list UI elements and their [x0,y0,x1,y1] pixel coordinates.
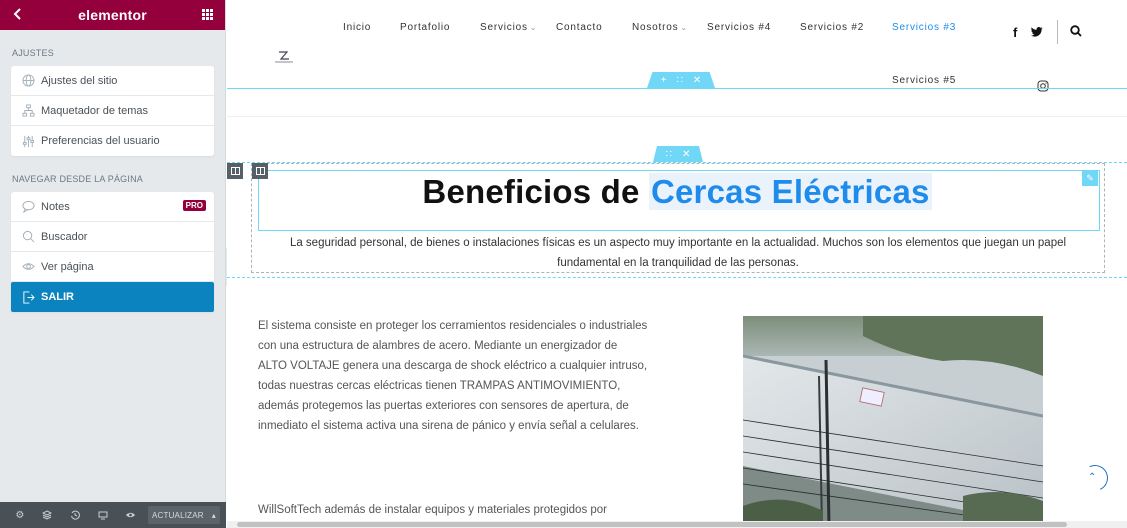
paragraph-line: además protegemos las puertas exteriores… [258,400,629,412]
instagram-icon[interactable] [1037,80,1049,92]
menu-item-label: Notes [41,200,70,213]
update-label: ACTUALIZAR [151,510,204,520]
nav-link-inicio[interactable]: Inicio [343,22,371,33]
search-icon[interactable] [1070,24,1082,40]
paragraph-line: inmediato el sistema activa una sirena d… [258,420,639,432]
responsive-icon[interactable] [89,502,117,528]
panel-footer: ⚙ ACTUALIZAR ▴ [0,502,226,528]
section-handle[interactable]: + ∷ ✕ [647,72,715,88]
layers-icon[interactable] [34,502,62,528]
globe-icon [21,74,35,88]
heading-text: Beneficios de [422,173,649,210]
scrollbar-thumb[interactable] [237,522,1067,527]
menu-item-label: Ajustes del sitio [41,74,118,87]
exit-icon [21,290,35,304]
eye-icon [21,260,35,274]
pro-badge: PRO [182,200,206,211]
nav-link-contacto[interactable]: Contacto [556,22,602,33]
menu-item-theme-builder[interactable]: Maquetador de temas [11,96,214,126]
page-preview: Inicio Portafolio Servicios ⌄ Contacto No… [227,0,1127,528]
panel-brand: elementor [78,7,147,23]
section-divider [227,116,1127,117]
menu-item-user-preferences[interactable]: Preferencias del usuario [11,126,214,156]
nav-link-servicios-3[interactable]: Servicios #3 [892,22,956,33]
nav-link-servicios[interactable]: Servicios ⌄ [480,22,537,33]
menu-item-view-page[interactable]: Ver página [11,252,214,282]
menu-item-site-settings[interactable]: Ajustes del sitio [11,66,214,96]
nav-divider [1057,20,1059,44]
settings-group: Ajustes del sitio Maquetador de temas Pr… [11,66,214,156]
nav-link-servicios-2[interactable]: Servicios #2 [800,22,864,33]
nav-link-portafolio[interactable]: Portafolio [400,22,450,33]
menu-item-label: Maquetador de temas [41,104,149,117]
section-outline [227,88,1127,89]
caret-up-icon[interactable]: ▴ [212,511,216,520]
paragraph-line: con una estructura de alambres de acero.… [258,340,618,352]
sitemap-icon [21,104,35,118]
settings-section-title: AJUSTES [12,48,54,58]
electric-fence-photo [743,316,1043,526]
menu-item-label: Buscador [41,230,88,243]
chevron-up-icon: ⌃ [1088,472,1097,483]
search-icon [21,230,35,244]
drag-handle-icon[interactable]: ∷ [666,149,672,160]
nav-link-label: Nosotros [632,22,679,33]
description-paragraph: El sistema consiste en proteger los cerr… [258,316,698,436]
social-icons: f [1013,20,1096,44]
chat-bubble-icon [21,200,35,214]
nav-link-nosotros[interactable]: Nosotros ⌄ [632,22,688,33]
horizontal-scrollbar[interactable] [227,521,1127,528]
second-paragraph: WillSoftTech además de instalar equipos … [258,504,608,516]
chevron-down-icon: ⌄ [680,23,688,32]
update-button[interactable]: ACTUALIZAR ▴ [147,506,220,524]
intro-paragraph: La seguridad personal, de bienes o insta… [289,237,1067,269]
delete-section-icon[interactable]: ✕ [693,75,701,86]
nav-link-servicios-4[interactable]: Servicios #4 [707,22,771,33]
delete-section-icon[interactable]: ✕ [682,149,690,160]
nav-link-servicios-5[interactable]: Servicios #5 [892,75,956,86]
elementor-panel: elementor AJUSTES Ajustes del sitio Maqu… [0,0,226,528]
site-navigation: Inicio Portafolio Servicios ⌄ Contacto No… [227,0,1127,56]
menu-item-notes[interactable]: Notes PRO [11,192,214,222]
history-icon[interactable] [61,502,89,528]
add-section-icon[interactable]: + [661,75,667,86]
site-logo[interactable] [273,50,295,64]
section-handle[interactable]: ∷ ✕ [653,146,703,162]
menu-item-finder[interactable]: Buscador [11,222,214,252]
back-chevron-icon[interactable] [10,7,26,23]
nav-link-label: Servicios [480,22,528,33]
twitter-icon[interactable] [1031,25,1043,40]
navigate-section-title: NAVEGAR DESDE LA PÁGINA [12,174,143,184]
paragraph-line: ALTO VOLTAJE genera una descarga de shoc… [258,360,648,372]
page-heading: Beneficios de Cercas Eléctricas [227,173,1127,211]
sliders-icon [21,134,35,148]
panel-header: elementor [0,0,225,30]
paragraph-line: El sistema consiste en proteger los cerr… [258,320,648,332]
paragraph-line: todas nuestras cercas eléctricas tienen … [258,380,621,392]
menu-item-exit[interactable]: SALIR [11,282,214,312]
drag-handle-icon[interactable]: ∷ [677,75,683,86]
menu-item-label: Ver página [41,260,94,273]
chevron-down-icon: ⌄ [529,23,538,32]
widgets-grid-icon[interactable] [199,7,215,23]
menu-item-label: Preferencias del usuario [41,135,160,147]
gear-icon[interactable]: ⚙ [6,502,34,528]
facebook-icon[interactable]: f [1013,25,1017,40]
navigate-group: Notes PRO Buscador Ver página SALIR [11,192,214,312]
heading-highlight: Cercas Eléctricas [648,173,932,210]
menu-item-label: SALIR [41,291,74,303]
preview-eye-icon[interactable] [116,502,144,528]
